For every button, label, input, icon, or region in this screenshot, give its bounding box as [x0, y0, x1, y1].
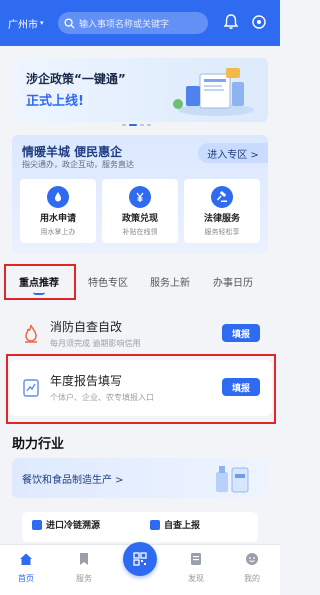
home-icon — [20, 553, 32, 565]
section-title: 助力行业 — [12, 437, 65, 452]
card-water-application[interactable]: 用水申请 用水掌上办 — [20, 179, 96, 243]
benefit-subtitle: 指尖通办，政企互动，服务直达 — [22, 160, 134, 169]
tab-new-services[interactable]: 服务上新 — [150, 274, 190, 289]
search-bar[interactable]: 输入事项名称或关键字 — [58, 12, 208, 34]
qr-code-icon — [133, 552, 147, 566]
banner-subtitle: 正式上线! — [26, 94, 84, 109]
card-name: 法律服务 — [203, 214, 240, 224]
food-bottles-icon — [216, 466, 249, 493]
industry-label: 餐饮和食品制造生产 > — [22, 475, 124, 486]
settings-icon[interactable] — [250, 13, 268, 31]
flame-icon — [25, 324, 37, 343]
yen-icon — [129, 186, 151, 208]
card-name: 用水申请 — [39, 214, 76, 224]
sub-card-cold-chain[interactable]: 进口冷链溯源 — [32, 518, 100, 531]
card-desc: 补贴在线领 — [122, 228, 158, 236]
nav-label: 我的 — [244, 574, 260, 583]
nav-profile[interactable]: 我的 — [232, 551, 272, 584]
benefit-title: 情暖羊城 便民惠企 — [22, 145, 123, 159]
user-icon — [246, 553, 258, 565]
sub-card-row: 进口冷链溯源 自查上报 — [22, 512, 258, 542]
card-desc: 服务轻松享 — [204, 228, 240, 236]
card-name: 政策兑现 — [121, 214, 158, 224]
gavel-icon — [211, 186, 233, 208]
sub-card-name: 进口冷链溯源 — [46, 521, 101, 531]
card-policy-redemption[interactable]: 政策兑现 补贴在线领 — [102, 179, 178, 243]
card-legal-service[interactable]: 法律服务 服务轻松享 — [184, 179, 260, 243]
nav-label: 发现 — [188, 574, 204, 583]
sub-card-name: 自查上报 — [164, 521, 201, 531]
nav-home[interactable]: 首页 — [6, 551, 46, 584]
sub-card-self-check[interactable]: 自查上报 — [150, 518, 200, 531]
scan-button[interactable] — [123, 542, 157, 576]
nav-label: 首页 — [18, 574, 34, 583]
policy-banner[interactable]: 涉企政策“一键通” 正式上线! — [12, 58, 268, 122]
checkbox-icon — [150, 519, 160, 530]
cold-chain-icon — [32, 519, 42, 530]
caret-down-icon: ▾ — [40, 19, 44, 27]
card-desc: 用水掌上办 — [40, 228, 76, 236]
fill-report-button[interactable]: 填报 — [222, 324, 260, 342]
benefit-section: 情暖羊城 便民惠企 指尖通办，政企互动，服务直达 进入专区 > 用水申请 用水掌… — [12, 135, 268, 253]
search-icon — [64, 17, 75, 29]
enter-zone-button[interactable]: 进入专区 > — [198, 143, 268, 163]
document-icon — [191, 553, 201, 565]
city-label: 广州市 — [8, 19, 38, 31]
banner-title: 涉企政策“一键通” — [26, 72, 126, 86]
carousel-dots — [122, 124, 151, 126]
city-selector[interactable]: 广州市 ▾ — [8, 16, 58, 31]
search-placeholder: 输入事项名称或关键字 — [79, 19, 170, 30]
tab-calendar[interactable]: 办事日历 — [213, 274, 253, 289]
highlight-box — [4, 264, 76, 300]
nav-label: 服务 — [76, 574, 92, 583]
tab-special-zone[interactable]: 特色专区 — [88, 274, 128, 289]
highlight-box — [6, 354, 276, 424]
nav-service[interactable]: 服务 — [64, 551, 104, 584]
bookmark-icon — [80, 553, 88, 565]
industry-card-food[interactable]: 餐饮和食品制造生产 > — [12, 458, 268, 498]
bell-icon[interactable] — [222, 13, 240, 31]
water-drop-icon — [47, 186, 69, 208]
item-name: 消防自查自改 — [50, 320, 123, 334]
item-desc: 每月须完成 逾期影响信用 — [50, 339, 141, 348]
banner-illustration — [173, 68, 254, 116]
nav-discover[interactable]: 发现 — [176, 551, 216, 584]
